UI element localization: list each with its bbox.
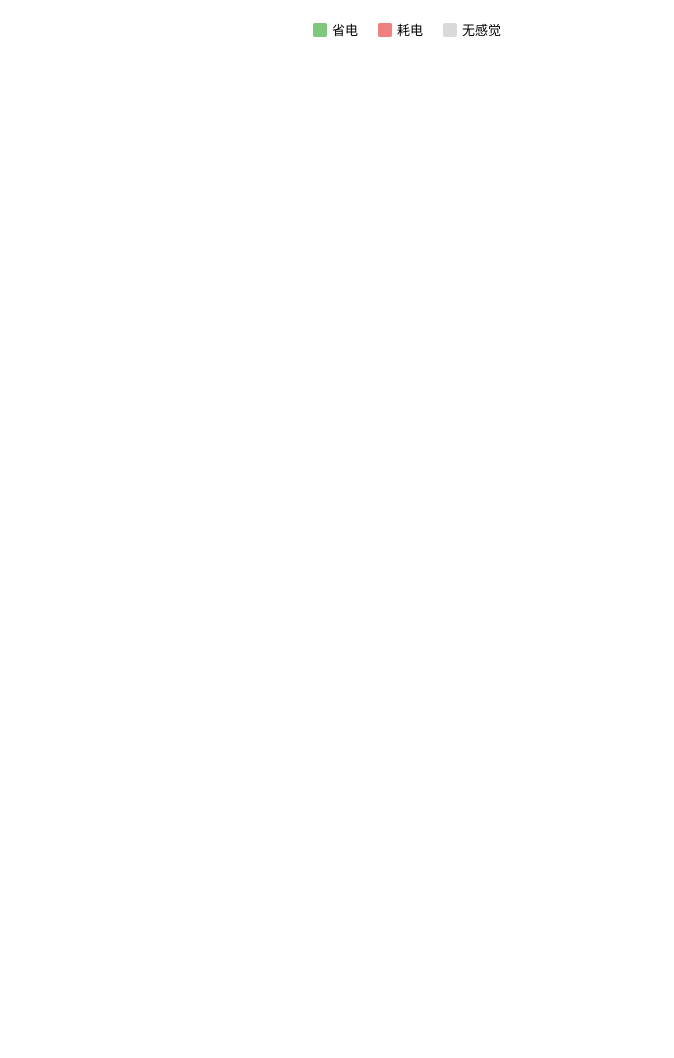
legend-item: 无感觉 [443, 20, 501, 39]
x-axis-labels [148, 51, 664, 53]
legend-label: 省电 [332, 20, 358, 39]
legend-label: 耗电 [397, 20, 423, 39]
legend-label: 无感觉 [462, 20, 501, 39]
x-axis [10, 51, 664, 53]
legend-color [378, 23, 392, 37]
legend-item: 耗电 [378, 20, 423, 39]
legend-color [313, 23, 327, 37]
legend-color [443, 23, 457, 37]
legend-item: 省电 [313, 20, 358, 39]
legend: 省电 耗电 无感觉 [10, 20, 664, 39]
chart-container: 省电 耗电 无感觉 [0, 10, 674, 83]
